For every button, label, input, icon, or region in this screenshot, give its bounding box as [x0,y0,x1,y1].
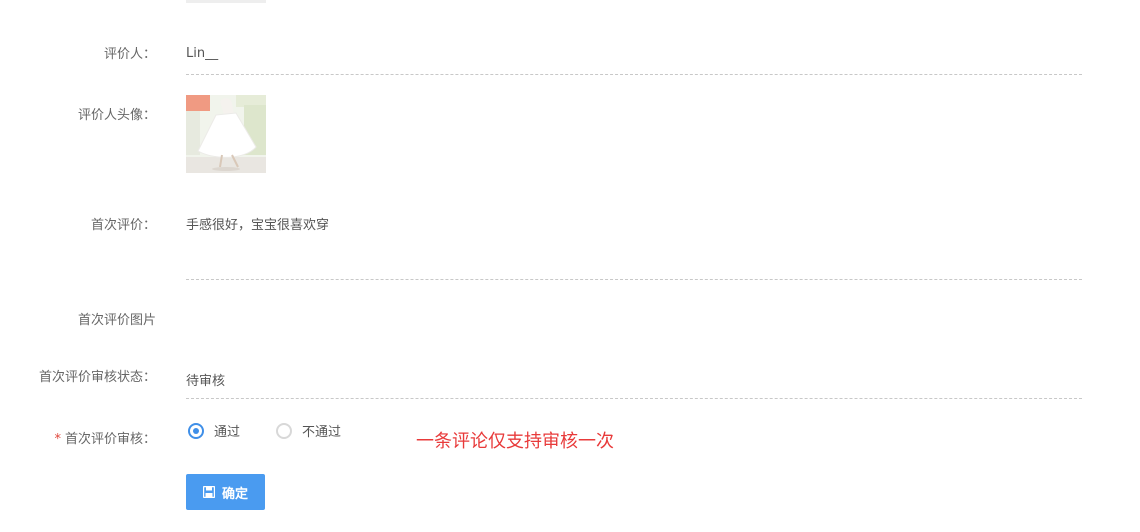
radio-checked-icon[interactable] [188,422,204,439]
audit-status-value: 待审核 [186,374,226,389]
audit-pass-label[interactable]: 通过 [214,421,240,440]
first-review-label: 首次评价： [90,218,156,233]
divider [186,74,1082,75]
confirm-label[interactable]: 确定 [222,483,248,502]
divider [186,279,1082,280]
reviewer-avatar [186,95,266,173]
save-icon [202,486,215,498]
confirm-button[interactable]: 确定 [186,474,265,510]
reviewer-label: 评价人： [103,47,156,62]
divider [186,398,1082,399]
audit-reject-radio[interactable]: 不通过 [276,421,341,440]
first-review-value: 手感很好，宝宝很喜欢穿 [186,218,330,233]
first-review-images-label: 首次评价图片 [77,313,156,328]
required-star: * [54,432,61,447]
reviewer-value: Lin__ [186,46,219,61]
audit-label-wrapper: * 首次评价审核： [0,428,156,447]
audit-pass-radio[interactable]: 通过 [188,421,240,440]
previous-field-stub [186,0,266,3]
audit-label: 首次评价审核： [64,432,156,447]
avatar-label: 评价人头像： [77,108,156,123]
avatar-photo [186,95,266,173]
audit-reject-label[interactable]: 不通过 [302,421,341,440]
audit-status-label: 首次评价审核状态： [38,370,156,385]
audit-notice: 一条评论仅支持审核一次 [416,431,614,452]
radio-unchecked-icon[interactable] [276,422,292,439]
